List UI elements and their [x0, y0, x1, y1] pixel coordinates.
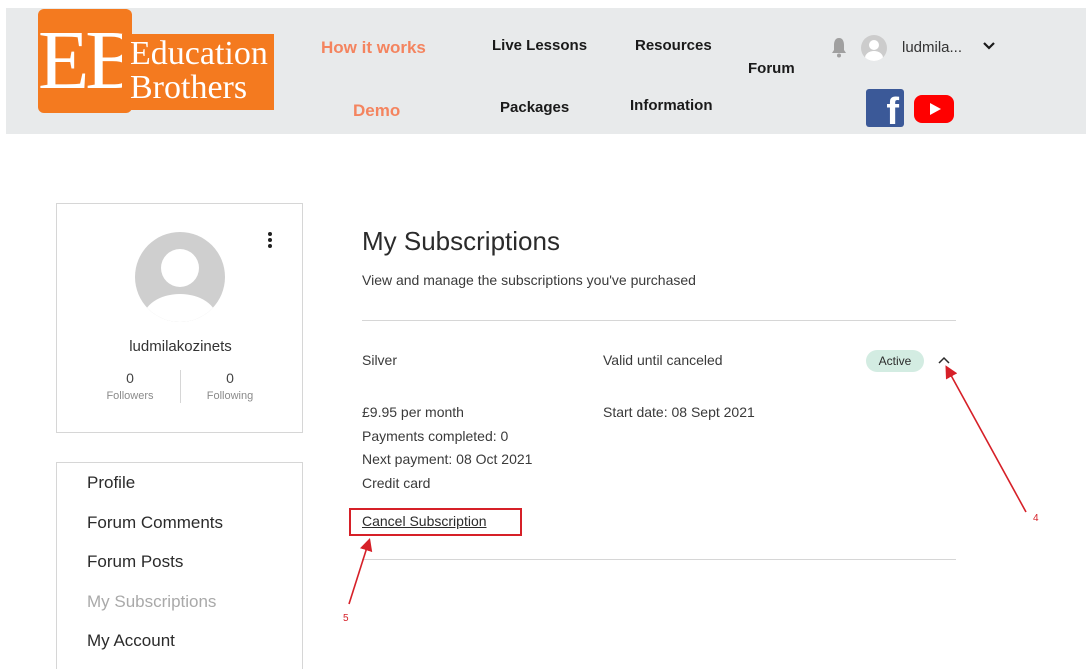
chevron-up-icon[interactable]: [937, 355, 951, 365]
profile-avatar: [135, 232, 225, 322]
stat-divider: [180, 370, 181, 403]
following-count[interactable]: 0: [190, 370, 270, 386]
logo-line-2: Brothers: [130, 69, 248, 106]
annotation-arrow-5: [348, 537, 373, 605]
nav-information[interactable]: Information: [630, 97, 713, 114]
menu-item-forum-comments[interactable]: Forum Comments: [87, 513, 223, 533]
annotation-label-4: 4: [1033, 513, 1039, 524]
nav-how-it-works[interactable]: How it works: [321, 38, 426, 58]
menu-item-profile[interactable]: Profile: [87, 473, 135, 493]
followers-label[interactable]: Followers: [90, 390, 170, 402]
profile-card: ludmilakozinets 0 Followers 0 Following: [56, 203, 303, 433]
chevron-down-icon[interactable]: [981, 38, 997, 54]
avatar[interactable]: [861, 35, 887, 61]
menu-item-my-account[interactable]: My Account: [87, 631, 175, 651]
logo-wordmark[interactable]: Education Brothers: [122, 34, 274, 110]
annotation-label-5: 5: [343, 613, 349, 624]
annotation-arrow-4: [945, 365, 1027, 513]
status-badge: Active: [866, 350, 924, 372]
plan-name: Silver: [362, 352, 398, 368]
start-date: Start date: 08 Sept 2021: [603, 404, 755, 420]
youtube-icon[interactable]: [914, 95, 954, 123]
menu-item-forum-posts[interactable]: Forum Posts: [87, 552, 183, 572]
nav-live-lessons[interactable]: Live Lessons: [492, 37, 587, 54]
profile-name: ludmilakozinets: [129, 338, 232, 355]
next-payment: Next payment: 08 Oct 2021: [362, 451, 533, 467]
payment-method: Credit card: [362, 475, 431, 491]
nav-packages[interactable]: Packages: [500, 99, 569, 116]
logo-mark[interactable]: EB: [38, 9, 141, 113]
page-subtitle: View and manage the subscriptions you've…: [362, 272, 696, 288]
site-header: EB Education Brothers How it works Demo …: [6, 8, 1086, 134]
logo-mark-text: EB: [38, 14, 141, 107]
menu-item-my-subscriptions[interactable]: My Subscriptions: [87, 592, 216, 612]
more-options-icon[interactable]: [264, 232, 276, 252]
nav-forum[interactable]: Forum: [748, 60, 795, 77]
bell-icon[interactable]: [831, 36, 847, 58]
followers-count[interactable]: 0: [90, 370, 170, 386]
cancel-subscription-link[interactable]: Cancel Subscription: [362, 513, 487, 529]
nav-resources[interactable]: Resources: [635, 37, 712, 54]
user-menu-name[interactable]: ludmila...: [902, 39, 962, 56]
payments-completed: Payments completed: 0: [362, 428, 509, 444]
logo-line-1: Education: [130, 35, 268, 72]
divider: [362, 559, 956, 560]
nav-demo[interactable]: Demo: [353, 101, 400, 121]
plan-validity: Valid until canceled: [603, 352, 723, 368]
divider: [362, 320, 956, 321]
facebook-icon[interactable]: f: [866, 89, 904, 131]
plan-price: £9.95 per month: [362, 404, 464, 420]
following-label[interactable]: Following: [190, 390, 270, 402]
page-title: My Subscriptions: [362, 226, 560, 256]
account-side-menu: Profile Forum Comments Forum Posts My Su…: [56, 462, 303, 669]
